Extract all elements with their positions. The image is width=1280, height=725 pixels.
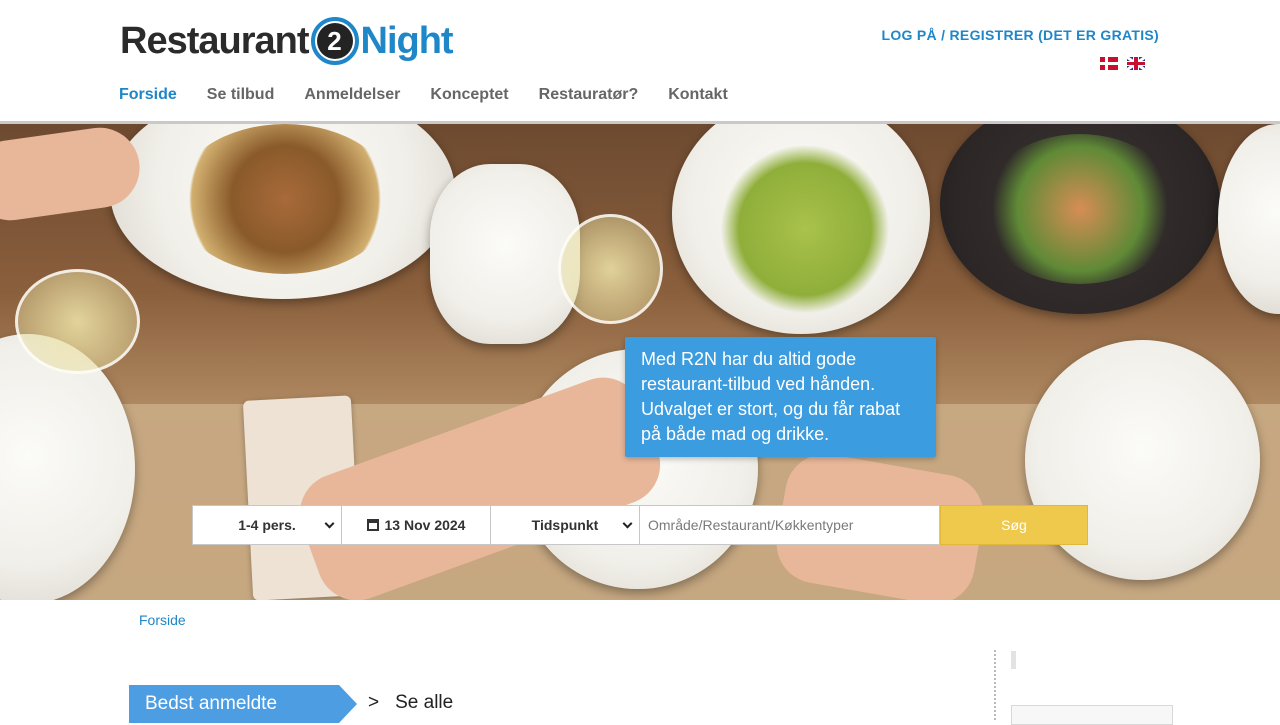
calendar-icon [366,519,379,531]
nav-item-konceptet[interactable]: Konceptet [430,86,508,104]
hero-food [720,144,890,314]
site-header: Restaurant 2 Night LOG PÅ / REGISTRER (D… [0,0,1280,124]
sidebar-divider [994,650,996,720]
search-input-placeholder: Område/Restaurant/Køkkentyper [648,517,854,533]
hero-wine-glass [15,269,140,374]
nav-item-restaurator[interactable]: Restauratør? [539,86,639,104]
sidebar-box [1011,705,1173,725]
persons-select[interactable]: 1-4 pers. [192,505,342,545]
time-select[interactable]: Tidspunkt [491,505,640,545]
tab-arrow-shape [339,685,357,723]
site-logo[interactable]: Restaurant 2 Night [120,14,454,68]
see-all-label: Se alle [395,692,454,713]
persons-select-value: 1-4 pers. [238,517,296,533]
flag-dk-icon[interactable] [1100,57,1118,70]
hero-plate [1218,124,1280,314]
logo-badge-text: 2 [316,23,353,59]
time-select-value: Tidspunkt [531,517,599,533]
see-all-prefix: > [368,692,380,713]
promo-text: Med R2N har du altid gode restaurant-til… [641,349,901,444]
hero-banner: Med R2N har du altid gode restaurant-til… [0,124,1280,600]
promo-text-box: Med R2N har du altid gode restaurant-til… [625,337,936,457]
breadcrumb[interactable]: Forside [139,612,186,628]
chevron-down-icon [324,518,335,529]
logo-word-restaurant: Restaurant [120,19,309,62]
chevron-down-icon [622,518,633,529]
logo-word-night: Night [360,19,454,62]
hero-plate [430,164,580,344]
hero-food [175,124,395,274]
search-button[interactable]: Søg [940,505,1088,545]
date-picker-value: 13 Nov 2024 [384,517,466,533]
date-picker[interactable]: 13 Nov 2024 [342,505,491,545]
language-switcher [1100,57,1145,70]
section-title: Bedst anmeldte [129,685,339,723]
see-all-link[interactable]: > Se alle [368,692,453,714]
search-input[interactable]: Område/Restaurant/Køkkentyper [640,505,940,545]
flag-uk-icon[interactable] [1127,57,1145,70]
hero-wine-glass [558,214,663,324]
nav-item-anmeldelser[interactable]: Anmeldelser [304,86,400,104]
nav-item-forside[interactable]: Forside [119,86,177,104]
sidebar-marker [1011,651,1016,669]
nav-item-se-tilbud[interactable]: Se tilbud [207,86,275,104]
search-bar: 1-4 pers. 13 Nov 2024 Tidspunkt Område/R… [192,505,1088,545]
hero-food [980,134,1180,284]
section-tab-best-reviewed: Bedst anmeldte [129,685,357,723]
main-nav: Forside Se tilbud Anmeldelser Konceptet … [119,86,728,104]
logo-badge-icon: 2 [310,17,359,65]
search-button-label: Søg [1001,517,1027,533]
nav-item-kontakt[interactable]: Kontakt [668,86,728,104]
login-register-link[interactable]: LOG PÅ / REGISTRER (DET ER GRATIS) [881,27,1159,43]
